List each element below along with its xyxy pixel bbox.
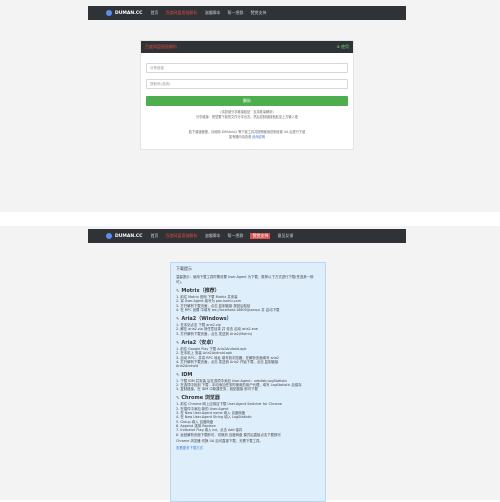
download-guide: 下载提示 温馨提示：使用下载工具时需设置 User-Agent 为下载，推荐以下…: [170, 262, 326, 502]
guide-section-chrome: ✎ Chrome 浏览器 1. 前往 Chrome 网上应用店下载 User-Ag…: [176, 394, 320, 436]
share-link-input[interactable]: 分享链接: [146, 63, 348, 73]
site-logo[interactable]: DUMAN.CC: [106, 10, 142, 16]
guide-footer-note: Chrome 浏览器 切换 UA 后可直接下载，无需下载工具。: [176, 438, 263, 443]
step-item: 3. 复制链接，在 IDM 中新建任务，粘贴链接 即可下载: [176, 387, 258, 392]
section-title-text: Chrome 浏览器: [181, 395, 220, 402]
logo-text: DUMAN.CC: [115, 233, 143, 239]
nav-home[interactable]: 首页: [150, 233, 158, 239]
extract-code-input[interactable]: 提取码(选填): [146, 79, 348, 89]
step-list: 1. 前往 Motrix 官网 下载 Motrix 并安装 2. 将 User-…: [176, 295, 320, 312]
section-title-text: Aria2（Windows）: [181, 316, 232, 323]
nav-userscript[interactable]: 油猴脚本: [204, 10, 220, 16]
section-title: ✎ IDM: [176, 372, 320, 378]
guide-title: 下载提示: [176, 266, 192, 271]
section-title-text: Motrix（推荐）: [181, 288, 220, 294]
nav-baidu-parse[interactable]: 百度网盘直链解析: [165, 10, 197, 16]
guide-intro: 温馨提示：使用下载工具时需设置 User-Agent 为下载，推荐以下方式进行下…: [176, 275, 314, 284]
nav-userscript[interactable]: 油猴脚本: [204, 233, 220, 239]
help-link[interactable]: ⊕ 使用: [336, 44, 349, 50]
bottom-navbar: DUMAN.CC 首页 百度网盘直链解析 油猴脚本 帮一把群 赞赏支持 意见反馈: [88, 229, 406, 243]
top-navbar: DUMAN.CC 首页 百度网盘直链解析 油猴脚本 帮一把群 赞赏支持: [88, 6, 406, 20]
step-item: 8. 返回解析页面下载即可，切换到 百度网盘 模式后直接点击下载即可: [176, 432, 281, 437]
site-logo[interactable]: DUMAN.CC: [106, 233, 142, 239]
bottom-screenshot: DUMAN.CC 首页 百度网盘直链解析 油猴脚本 帮一把群 赞赏支持 意见反馈…: [0, 226, 500, 502]
parse-panel: 百度网盘直链解析 ⊕ 使用 分享链接 提取码(选填) 解析 (请复制分享链接粘贴…: [140, 40, 354, 150]
pencil-icon: ✎: [176, 372, 180, 378]
logo-text: DUMAN.CC: [115, 10, 143, 16]
guide-section-motrix: ✎ Motrix（推荐） 1. 前往 Motrix 官网 下载 Motrix 并安…: [176, 287, 320, 312]
pencil-icon: ✎: [176, 316, 180, 322]
nav-group[interactable]: 帮一把群: [227, 233, 243, 239]
logo-icon: [106, 10, 112, 16]
tip-text: 如有疑问请查看: [228, 134, 252, 139]
pencil-icon: ✎: [176, 340, 180, 346]
nav-donate[interactable]: 赞赏支持: [250, 10, 266, 16]
pencil-icon: ✎: [176, 288, 180, 293]
top-screenshot: DUMAN.CC 首页 百度网盘直链解析 油猴脚本 帮一把群 赞赏支持 百度网盘…: [0, 0, 500, 212]
parse-button[interactable]: 解析: [146, 96, 348, 106]
usage-notes: (请复制分享链接粘贴 · 支持批量解析) 分享链接：把您要下载的文件分享出去，然…: [146, 110, 348, 119]
step-item: 4. 在 RPC 设置 中填写 ws://localhost:16800/jso…: [176, 307, 280, 312]
step-item: Aria2Android: [176, 364, 198, 369]
download-tips: 若下载速度慢，请使用 IDM/Aria2 等下载工具并按照使用说明设置 UA 后…: [146, 130, 348, 139]
guide-section-aria2-windows: ✎ Aria2（Windows） 1. 在本站点击 下载 aria2.zip 2.…: [176, 315, 320, 336]
more-methods-link[interactable]: 查看更多下载方式: [176, 445, 320, 450]
nav-home[interactable]: 首页: [150, 10, 158, 16]
step-list: 1. 前往 Chrome 网上应用店下载 User-Agent Switcher…: [176, 402, 320, 436]
section-title: ✎ Aria2（安卓）: [176, 339, 320, 346]
step-list: 1. 前往 Google Play 下载 Aria2Android.apk 2.…: [176, 347, 320, 368]
section-title: ✎ Motrix（推荐）: [176, 287, 320, 294]
pencil-icon: ✎: [176, 395, 180, 401]
usage-guide-link[interactable]: 使用说明: [252, 135, 265, 139]
section-title: ✎ Aria2（Windows）: [176, 315, 320, 322]
section-title-text: Aria2（安卓）: [181, 340, 217, 347]
note-line: 分享链接：把您要下载的文件分享出去，然后复制链接粘贴至上方输入框: [196, 114, 298, 119]
nav-donate[interactable]: 赞赏支持: [250, 233, 271, 239]
step-list: 1. 在本站点击 下载 aria2.zip 2. 解压 aria2.zip 到任…: [176, 323, 320, 336]
nav-group[interactable]: 帮一把群: [227, 10, 243, 16]
tip-line: 如有疑问请查看 使用说明: [146, 135, 348, 140]
nav-baidu-parse[interactable]: 百度网盘直链解析: [165, 233, 197, 239]
step-item: 3. 打开解析下载页面，点击 发送到 Aria2(Motrix): [176, 331, 253, 336]
guide-section-idm: ✎ IDM 1. 下载 IDM 并安装 后在选项中添加 User-Agent：ne…: [176, 372, 320, 392]
panel-header: 百度网盘直链解析 ⊕ 使用: [141, 41, 353, 53]
guide-section-aria2-android: ✎ Aria2（安卓） 1. 前往 Google Play 下载 Aria2And…: [176, 339, 320, 368]
step-list: 1. 下载 IDM 并安装 后在选项中添加 User-Agent：netdisk…: [176, 379, 320, 392]
nav-feedback[interactable]: 意见反馈: [277, 233, 293, 239]
section-title: ✎ Chrome 浏览器: [176, 394, 320, 401]
section-title-text: IDM: [181, 371, 193, 378]
panel-title: 百度网盘直链解析: [145, 44, 177, 49]
logo-icon: [106, 233, 112, 239]
